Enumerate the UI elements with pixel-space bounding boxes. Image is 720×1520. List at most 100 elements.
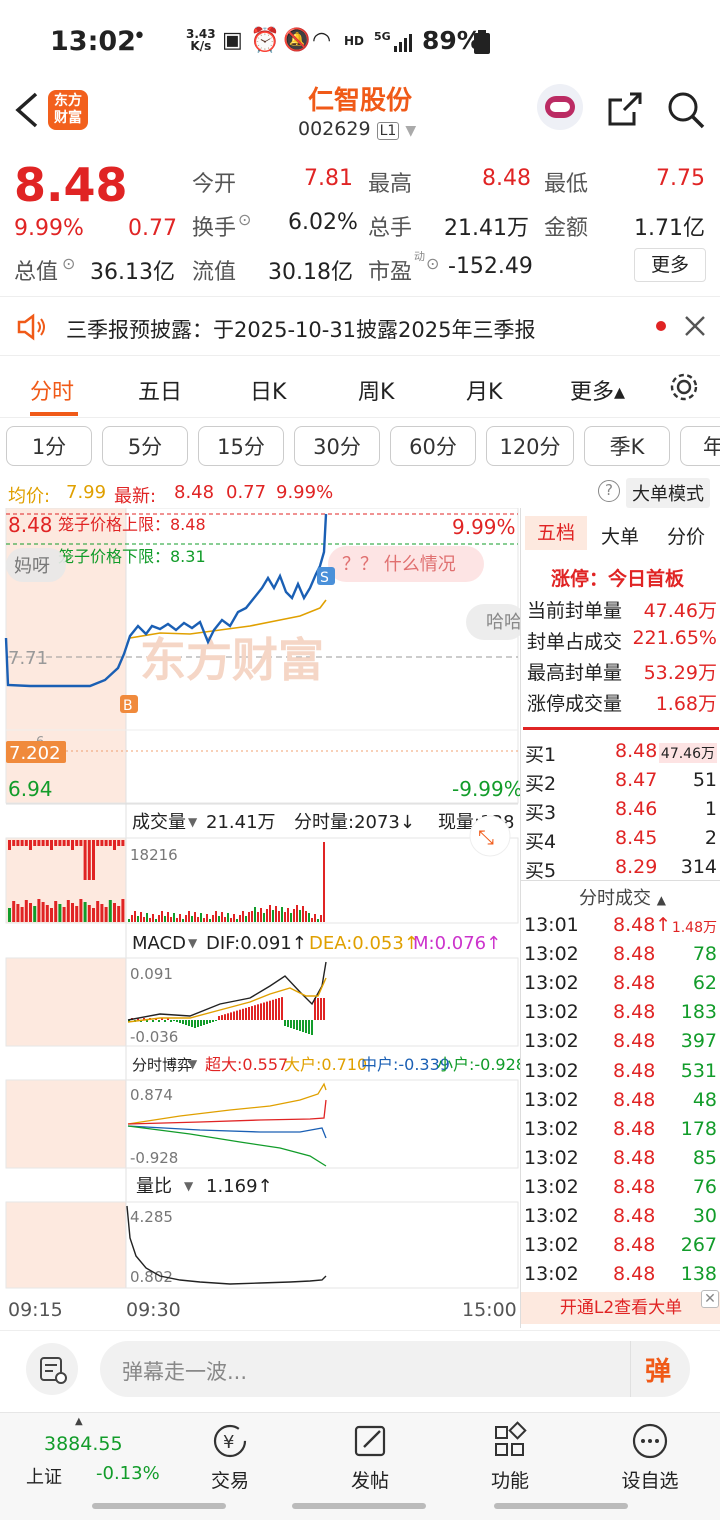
time-end: 15:00 [462, 1299, 517, 1321]
close-icon[interactable]: ✕ [701, 1290, 719, 1308]
nav-add-watchlist[interactable]: 设自选 [600, 1421, 700, 1493]
open-value: 7.81 [304, 166, 353, 191]
gesture-bar [92, 1503, 226, 1509]
volume-bar [113, 840, 116, 850]
macd-bar [215, 1020, 217, 1021]
dea-value: DEA:0.053↑ [309, 933, 419, 954]
status-bar: 13:02 • 3.43 K/s ▣ ⏰ 🔕 ◠ HD 5G 89% [0, 0, 720, 80]
tick-volume: 78 [692, 943, 717, 966]
volume-bar [236, 919, 238, 922]
volume-bar [293, 909, 295, 922]
close-icon[interactable] [684, 315, 706, 337]
stock-code-row[interactable]: 002629 L1 ▼ [298, 118, 416, 140]
tab-big-orders[interactable]: 大单 [601, 522, 639, 549]
nav-post[interactable]: 发帖 [320, 1421, 420, 1493]
danmu-input[interactable]: 弹幕走一波... 弹 [100, 1341, 690, 1397]
back-icon[interactable] [14, 92, 40, 128]
stock-name[interactable]: 仁智股份 [260, 80, 460, 117]
tick-volume: 48 [692, 1088, 717, 1111]
expand-icon: ⤡ [478, 825, 494, 849]
nav-function[interactable]: 功能 [460, 1421, 560, 1493]
more-button[interactable]: 更多 [634, 248, 706, 282]
macd-bar [311, 1020, 313, 1035]
danmu-send-button[interactable]: 弹 [630, 1341, 690, 1397]
edit-icon [354, 1425, 386, 1457]
gesture-bar [292, 1503, 426, 1509]
nav-trade[interactable]: ¥ 交易 [180, 1421, 280, 1493]
volume-bar [83, 840, 87, 880]
macd-bar [227, 1013, 229, 1020]
period-1min[interactable]: 1分 [6, 426, 92, 466]
tab-five-day[interactable]: 五日 [138, 374, 182, 406]
volume-bar [248, 912, 250, 922]
amount-value: 1.71亿 [634, 216, 705, 241]
macd-bar [170, 1020, 172, 1022]
search-icon[interactable] [666, 90, 706, 130]
lower-limit-text: 笼子价格下限：8.31 [58, 547, 206, 566]
dropdown-icon: ▼ [188, 1057, 198, 1071]
premarket-shade [6, 1202, 126, 1288]
upper-price-label: 8.48 [8, 513, 53, 537]
tab-daily-k[interactable]: 日K [250, 374, 286, 406]
tick-volume: 85 [692, 1146, 717, 1169]
bid-price: 8.48 [615, 740, 658, 762]
period-30min[interactable]: 30分 [294, 426, 380, 466]
robot-assistant-icon[interactable] [537, 84, 583, 130]
danmu-settings-button[interactable] [26, 1343, 78, 1395]
settings-gear-icon[interactable] [667, 370, 701, 404]
intraday-chart[interactable]: 东方财富 8.48 笼子价格上限：8.48 笼子价格下限：8.31 7.71 6… [0, 507, 526, 1328]
bid-row[interactable]: 买4 8.45 2 [521, 827, 720, 855]
tab-monthly-k[interactable]: 月K [466, 374, 502, 406]
change-amount: 0.77 [128, 216, 177, 241]
period-15min[interactable]: 15分 [198, 426, 284, 466]
macd-bar [230, 1012, 232, 1020]
tick-row: 13:02 8.48 62 [521, 972, 720, 1000]
info-icon[interactable]: ⊙ [238, 210, 251, 229]
l2-banner[interactable]: 开通L2查看大单 [521, 1292, 720, 1324]
volume-bar [149, 918, 151, 922]
bid-row[interactable]: 买1 8.48 47.46万 [521, 740, 720, 768]
bid-row[interactable]: 买3 8.46 1 [521, 798, 720, 826]
volume-bar [92, 908, 95, 922]
macd-bar [278, 998, 280, 1020]
info-icon[interactable]: ⊙ [62, 254, 75, 273]
volume-bar [287, 908, 289, 922]
volume-bar [296, 905, 298, 922]
tab-five-levels[interactable]: 五档 [525, 516, 587, 550]
macd-bar [224, 1014, 226, 1020]
period-5min[interactable]: 5分 [102, 426, 188, 466]
tab-intraday[interactable]: 分时 [30, 374, 74, 406]
period-60min[interactable]: 60分 [390, 426, 476, 466]
volume-bar [251, 911, 253, 922]
help-icon[interactable]: ? [598, 480, 620, 502]
macd-bar [257, 1004, 259, 1020]
macd-bar [269, 1000, 271, 1020]
battery-percent: 89% [422, 26, 482, 55]
bid-price: 8.46 [615, 798, 658, 820]
trade-icon: ¥ [213, 1424, 247, 1458]
period-season-k[interactable]: 季K [584, 426, 670, 466]
index-ticker[interactable]: ▲ 3884.55 上证 -0.13% [0, 1413, 160, 1503]
tab-weekly-k[interactable]: 周K [358, 374, 394, 406]
period-year-k[interactable]: 年 [680, 426, 720, 466]
volume-bar [161, 911, 163, 922]
period-120min[interactable]: 120分 [486, 426, 574, 466]
volume-bar [197, 917, 199, 922]
nav-trade-label: 交易 [210, 1470, 249, 1492]
bid-row[interactable]: 买2 8.47 51 [521, 769, 720, 797]
tab-price-dist[interactable]: 分价 [667, 522, 705, 549]
volume-bar [200, 913, 202, 922]
app-logo[interactable]: 东方 财富 [48, 90, 88, 130]
info-icon[interactable]: ⊙ [426, 254, 439, 273]
tab-more[interactable]: 更多▴ [570, 374, 625, 406]
notice-bar[interactable]: 三季报预披露：于2025-10-31披露2025年三季报 [0, 296, 720, 356]
volume-bar [96, 840, 100, 846]
ticks-title[interactable]: 分时成交 ▲ [579, 884, 666, 910]
volume-bar [269, 905, 271, 922]
volume-bar [58, 904, 62, 922]
share-icon[interactable] [606, 90, 644, 128]
big-order-mode-button[interactable]: 大单模式 [626, 478, 710, 508]
tick-price: 8.48 [613, 1001, 656, 1024]
volume-bar [12, 901, 16, 922]
tick-price: 8.48 [613, 1205, 656, 1227]
